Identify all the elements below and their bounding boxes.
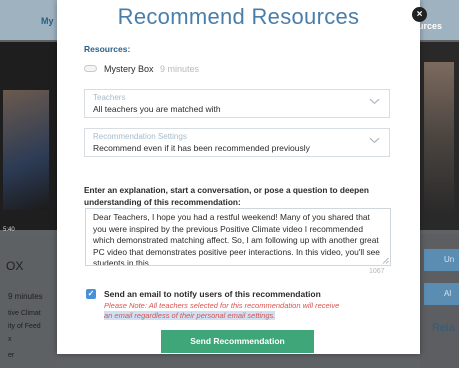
background-button: Al bbox=[424, 283, 459, 305]
background-text-line: er bbox=[8, 352, 15, 359]
thumbnail-frame bbox=[424, 62, 454, 212]
email-note-line: Please Note: All teachers selected for t… bbox=[104, 301, 340, 310]
email-notify-label: Send an email to notify users of this re… bbox=[104, 289, 321, 299]
background-tab-resources: urces bbox=[418, 21, 443, 31]
email-note-line-highlighted: an email regardless of their personal em… bbox=[104, 311, 276, 320]
character-count: 1067 bbox=[369, 268, 385, 275]
explanation-textarea[interactable]: Dear Teachers, I hope you had a restful … bbox=[85, 208, 391, 266]
video-timestamp: 5:40 bbox=[3, 227, 15, 233]
teachers-select-label: Teachers bbox=[93, 93, 126, 102]
close-icon[interactable]: × bbox=[412, 7, 427, 22]
background-resource-title: OX bbox=[6, 259, 24, 273]
background-tab-my: My bbox=[41, 16, 54, 26]
background-button: Un bbox=[424, 249, 459, 271]
video-frame bbox=[3, 90, 49, 210]
teachers-select[interactable]: Teachers All teachers you are matched wi… bbox=[84, 89, 390, 118]
background-duration: 9 minutes bbox=[8, 292, 43, 301]
background-text-line: x bbox=[8, 336, 12, 343]
settings-select-value: Recommend even if it has been recommende… bbox=[93, 143, 310, 153]
background-text-line: tive Climat bbox=[8, 310, 41, 317]
background-video-player bbox=[0, 42, 57, 230]
background-related-heading: Rela bbox=[432, 322, 455, 334]
settings-select-label: Recommendation Settings bbox=[93, 132, 187, 141]
background-details-panel bbox=[0, 234, 57, 368]
explanation-prompt: Enter an explanation, start a conversati… bbox=[84, 185, 369, 207]
email-notify-checkbox[interactable]: ✓ bbox=[86, 289, 96, 299]
send-recommendation-button[interactable]: Send Recommendation bbox=[161, 330, 314, 353]
resize-grip-icon[interactable] bbox=[382, 257, 389, 264]
teachers-select-value: All teachers you are matched with bbox=[93, 104, 221, 114]
resource-duration: 9 minutes bbox=[160, 64, 200, 74]
modal-title: Recommend Resources bbox=[117, 4, 360, 29]
background-video-thumbnail bbox=[420, 42, 459, 230]
explanation-text: Dear Teachers, I hope you had a restful … bbox=[93, 212, 380, 266]
recommend-resources-modal: Recommend Resources Resources: Mystery B… bbox=[57, 0, 420, 354]
chevron-down-icon bbox=[369, 137, 380, 144]
resource-toggle[interactable] bbox=[84, 65, 97, 72]
chevron-down-icon bbox=[369, 98, 380, 105]
resources-label: Resources: bbox=[84, 44, 131, 54]
resource-name: Mystery Box bbox=[104, 64, 154, 74]
background-text-line: ity of Feed bbox=[8, 323, 41, 330]
recommendation-settings-select[interactable]: Recommendation Settings Recommend even i… bbox=[84, 128, 390, 157]
